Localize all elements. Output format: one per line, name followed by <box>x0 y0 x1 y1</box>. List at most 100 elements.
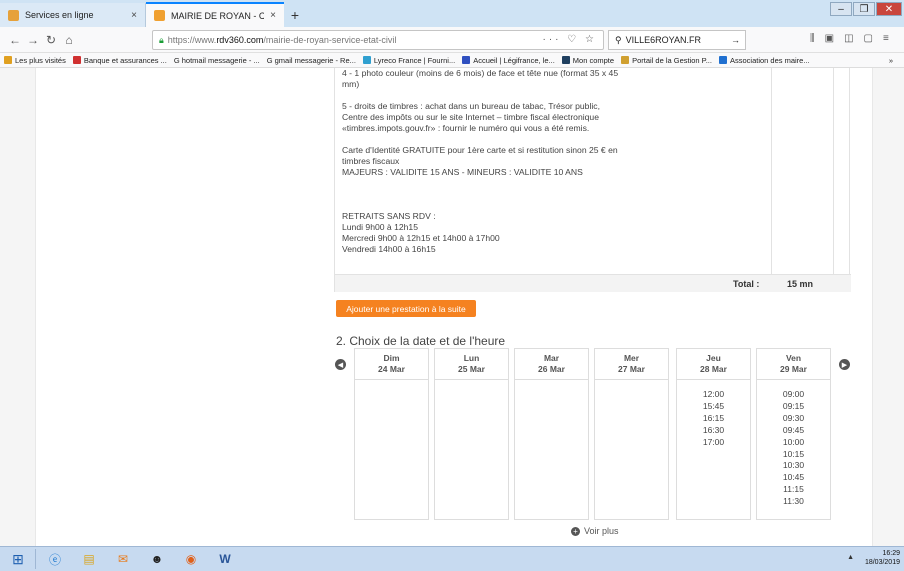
close-window-icon[interactable]: ✕ <box>876 2 902 16</box>
search-go-icon[interactable]: → <box>731 35 740 45</box>
url-path: /mairie-de-royan-service-etat-civil <box>263 35 397 45</box>
time-slot[interactable]: 09:00 <box>757 389 830 401</box>
bookmark-label: Lyreco France | Fourni... <box>373 55 456 65</box>
day-date: 27 Mar <box>618 364 645 374</box>
time-slot[interactable]: 11:30 <box>757 496 830 508</box>
word-icon[interactable]: W <box>210 548 240 570</box>
taskbar: ⊞ ⓔ ▤ ✉ ☻ ◉ W ▲ 16:29 18/03/2019 <box>0 546 904 571</box>
extension-icon[interactable]: ▣ <box>825 33 834 44</box>
sidebar-icon[interactable]: ◫ <box>844 33 853 44</box>
day-column: Mar 26 Mar <box>514 348 589 520</box>
column-divider <box>833 68 834 292</box>
clock-time: 16:29 <box>882 550 900 557</box>
minimize-icon[interactable]: – <box>830 2 852 16</box>
bookmark-item[interactable]: Accueil | Légifrance, le... <box>462 56 555 65</box>
description-line: timbres fiscaux <box>342 156 400 166</box>
tab-title: Services en ligne <box>25 10 94 20</box>
previous-week-icon[interactable]: ◀ <box>335 359 346 370</box>
navigation-bar: ← → ↻ ⌂ 🔒︎ https://www. rdv360.com/mairie… <box>0 27 904 53</box>
time-slot[interactable]: 10:00 <box>757 437 830 449</box>
day-name: Mar <box>543 353 560 363</box>
day-column: Dim 24 Mar <box>354 348 429 520</box>
page-actions-icon[interactable]: ··· ♡ ☆ <box>543 34 597 45</box>
description-paragraph: RETRAITS SANS RDV : Lundi 9h00 à 12h15 M… <box>342 211 762 255</box>
reload-icon[interactable]: ↻ <box>42 33 60 47</box>
day-name: Dim <box>383 353 400 363</box>
bookmark-item[interactable]: G hotmail messagerie - ... <box>174 56 260 65</box>
time-slot[interactable]: 09:45 <box>757 425 830 437</box>
menu-icon[interactable]: ≡ <box>883 33 889 44</box>
site-favicon-icon <box>8 9 19 21</box>
maximize-icon[interactable]: ❐ <box>853 2 875 16</box>
day-date: 24 Mar <box>378 364 405 374</box>
file-explorer-icon[interactable]: ▤ <box>74 548 104 570</box>
search-bar[interactable]: ⚲ VILLE6ROYAN.FR → <box>608 30 746 50</box>
service-table: 4 - 1 photo couleur (moins de 6 mois) de… <box>334 68 851 292</box>
user-app-icon[interactable]: ☻ <box>142 548 172 570</box>
tab-mairie-de-royan[interactable]: MAIRIE DE ROYAN - CARTE IDE × <box>146 2 284 27</box>
time-slot[interactable]: 10:45 <box>757 472 830 484</box>
next-week-icon[interactable]: ▶ <box>839 359 850 370</box>
day-date: 26 Mar <box>538 364 565 374</box>
home-icon[interactable]: ⌂ <box>60 33 78 47</box>
description-line: Carte d'Identité GRATUITE pour 1ère cart… <box>342 145 618 155</box>
bookmark-item[interactable]: Banque et assurances ... <box>72 55 167 65</box>
description-paragraph <box>342 189 762 200</box>
time-slot[interactable]: 15:45 <box>677 401 750 413</box>
tab-services-en-ligne[interactable]: Services en ligne × <box>0 3 146 27</box>
portal-icon <box>621 56 630 64</box>
internet-explorer-icon[interactable]: ⓔ <box>40 548 70 570</box>
day-date: 29 Mar <box>780 364 807 374</box>
bookmark-label: G gmail messagerie - Re... <box>266 55 356 65</box>
bookmark-item[interactable]: Mon compte <box>561 56 614 65</box>
bookmark-item[interactable]: Portail de la Gestion P... <box>621 56 712 65</box>
bookmark-item[interactable]: Association des maire... <box>718 56 810 65</box>
close-tab-icon[interactable]: × <box>270 10 276 21</box>
time-slot[interactable]: 10:30 <box>757 460 830 472</box>
description-line: Centre des impôts ou sur le site Interne… <box>342 112 599 122</box>
column-divider <box>771 68 772 292</box>
addon-icon[interactable]: ▢ <box>864 33 873 44</box>
day-name: Lun <box>463 353 480 363</box>
total-label: Total : <box>733 279 760 289</box>
time-slot[interactable]: 10:15 <box>757 449 830 461</box>
new-tab-button[interactable]: + <box>284 3 306 27</box>
time-slot[interactable]: 16:15 <box>677 413 750 425</box>
library-icon[interactable]: ⫼ <box>810 33 815 44</box>
time-slot[interactable]: 11:15 <box>757 484 830 496</box>
description-line: RETRAITS SANS RDV : <box>342 211 436 221</box>
firefox-icon[interactable]: ◉ <box>176 548 206 570</box>
description-paragraph: 5 - droits de timbres : achat dans un bu… <box>342 101 762 134</box>
url-bar[interactable]: 🔒︎ https://www. rdv360.com/mairie-de-roya… <box>152 30 604 50</box>
time-slot[interactable]: 17:00 <box>677 437 750 449</box>
system-clock[interactable]: 16:29 18/03/2019 <box>865 549 900 567</box>
time-slot[interactable]: 09:30 <box>757 413 830 425</box>
voir-plus-link[interactable]: + Voir plus <box>571 526 619 536</box>
time-slot[interactable]: 16:30 <box>677 425 750 437</box>
tray-arrow-icon[interactable]: ▲ <box>847 554 854 561</box>
day-header: Lun 25 Mar <box>435 349 508 380</box>
back-icon[interactable]: ← <box>6 33 24 47</box>
outlook-icon[interactable]: ✉ <box>108 548 138 570</box>
day-name: Mer <box>623 353 640 363</box>
time-slot[interactable]: 09:15 <box>757 401 830 413</box>
bookmark-item[interactable]: Lyreco France | Fourni... <box>362 55 456 65</box>
clock-date: 18/03/2019 <box>864 559 900 566</box>
windows-start-icon[interactable]: ⊞ <box>4 548 32 570</box>
add-service-button[interactable]: Ajouter une prestation à la suite <box>336 300 476 317</box>
tab-title: MAIRIE DE ROYAN - CARTE IDE <box>171 10 265 21</box>
bookmark-item[interactable]: Les plus visités <box>4 56 66 65</box>
day-header: Mer 27 Mar <box>595 349 668 380</box>
description-line: 5 - droits de timbres : achat dans un bu… <box>342 101 600 111</box>
forward-icon[interactable]: → <box>24 33 42 47</box>
bookmarks-overflow-icon[interactable]: » <box>889 56 893 65</box>
bookmark-label: Banque et assurances ... <box>83 55 167 65</box>
time-slot[interactable]: 12:00 <box>677 389 750 401</box>
time-slots <box>515 380 588 389</box>
search-value: VILLE6ROYAN.FR <box>625 35 701 45</box>
description-paragraph: 4 - 1 photo couleur (moins de 6 mois) de… <box>342 68 762 90</box>
close-tab-icon[interactable]: × <box>131 10 137 21</box>
bookmark-item[interactable]: G gmail messagerie - Re... <box>267 56 356 65</box>
page-content: 4 - 1 photo couleur (moins de 6 mois) de… <box>0 68 904 546</box>
time-slots <box>595 380 668 389</box>
